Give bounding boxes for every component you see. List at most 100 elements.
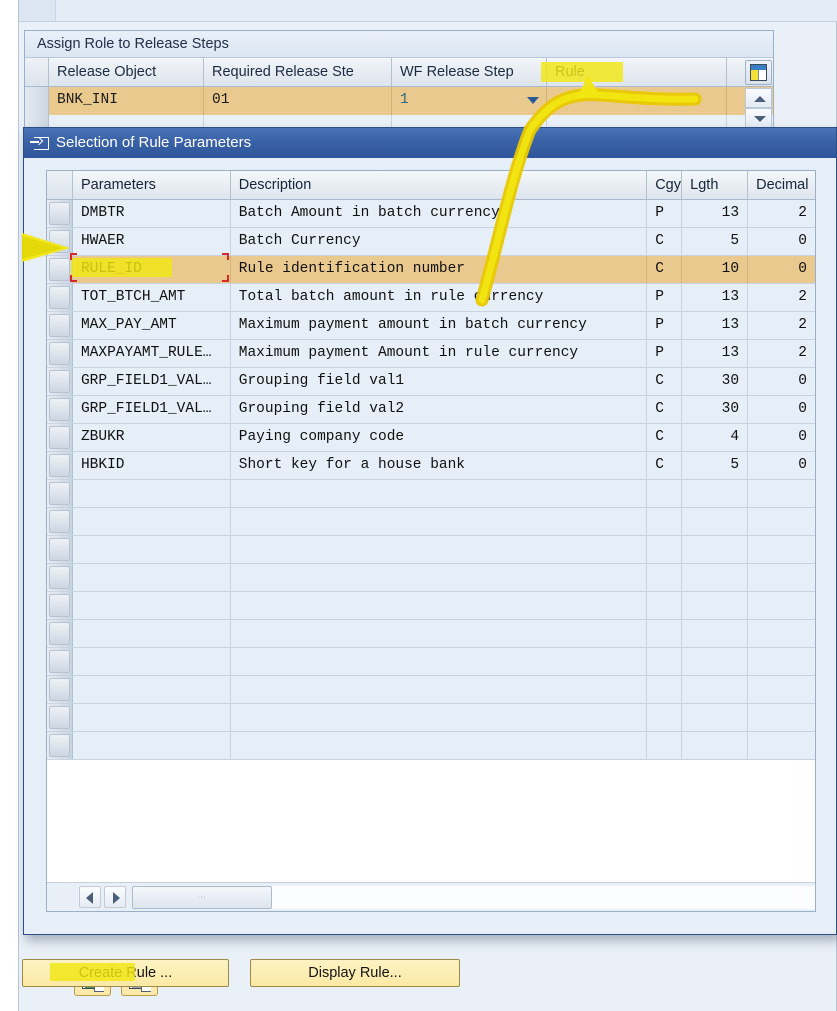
cell-cgy[interactable] bbox=[647, 648, 682, 675]
chevron-down-icon[interactable] bbox=[527, 97, 539, 104]
cell-lgth[interactable]: 13 bbox=[682, 200, 748, 227]
cell-lgth[interactable] bbox=[682, 732, 748, 759]
cell-rule[interactable] bbox=[547, 87, 727, 115]
row-select-button[interactable] bbox=[47, 368, 73, 395]
row-select-button[interactable] bbox=[47, 620, 73, 647]
table-row[interactable] bbox=[47, 676, 815, 704]
cell-parameter[interactable] bbox=[73, 620, 231, 647]
param-column-header-description[interactable]: Description bbox=[231, 171, 647, 199]
cell-parameter[interactable] bbox=[73, 564, 231, 591]
cell-decimal[interactable]: 2 bbox=[748, 340, 815, 367]
cell-description[interactable]: Rule identification number bbox=[231, 256, 647, 283]
row-select-button[interactable] bbox=[47, 452, 73, 479]
cell-lgth[interactable]: 30 bbox=[682, 396, 748, 423]
cell-description[interactable] bbox=[231, 592, 647, 619]
table-row[interactable]: RULE_IDRule identification numberC100 bbox=[47, 256, 815, 284]
param-column-header-lgth[interactable]: Lgth bbox=[682, 171, 748, 199]
cell-description[interactable]: Short key for a house bank bbox=[231, 452, 647, 479]
cell-lgth[interactable]: 5 bbox=[682, 452, 748, 479]
table-row[interactable] bbox=[47, 704, 815, 732]
table-row[interactable]: HBKIDShort key for a house bankC50 bbox=[47, 452, 815, 480]
cell-lgth[interactable]: 13 bbox=[682, 312, 748, 339]
cell-lgth[interactable]: 4 bbox=[682, 424, 748, 451]
horizontal-scrollbar[interactable]: ⋯ bbox=[47, 882, 815, 911]
row-select-button[interactable] bbox=[47, 564, 73, 591]
row-select-button[interactable] bbox=[47, 732, 73, 759]
cell-release-object[interactable]: BNK_INI bbox=[49, 87, 204, 115]
row-select-button[interactable] bbox=[47, 648, 73, 675]
row-select-button[interactable] bbox=[47, 284, 73, 311]
row-select-button[interactable] bbox=[47, 536, 73, 563]
cell-description[interactable] bbox=[231, 620, 647, 647]
cell-decimal[interactable] bbox=[748, 564, 815, 591]
cell-cgy[interactable] bbox=[647, 732, 682, 759]
table-row[interactable] bbox=[47, 592, 815, 620]
cell-cgy[interactable]: P bbox=[647, 312, 682, 339]
table-row[interactable] bbox=[47, 480, 815, 508]
param-column-header-parameters[interactable]: Parameters bbox=[73, 171, 231, 199]
scroll-right-button[interactable] bbox=[104, 886, 126, 908]
cell-decimal[interactable]: 0 bbox=[748, 424, 815, 451]
cell-description[interactable] bbox=[231, 480, 647, 507]
cell-parameter[interactable] bbox=[73, 732, 231, 759]
table-row[interactable] bbox=[47, 536, 815, 564]
row-select-button[interactable] bbox=[47, 508, 73, 535]
cell-decimal[interactable]: 2 bbox=[748, 284, 815, 311]
row-select-button[interactable] bbox=[47, 340, 73, 367]
cell-decimal[interactable] bbox=[748, 592, 815, 619]
cell-decimal[interactable] bbox=[748, 676, 815, 703]
cell-parameter[interactable]: MAXPAYAMT_RULE… bbox=[73, 340, 231, 367]
cell-description[interactable]: Batch Currency bbox=[231, 228, 647, 255]
cell-parameter[interactable]: HWAER bbox=[73, 228, 231, 255]
cell-parameter[interactable] bbox=[73, 508, 231, 535]
table-row[interactable]: MAX_PAY_AMTMaximum payment amount in bat… bbox=[47, 312, 815, 340]
cell-decimal[interactable] bbox=[748, 536, 815, 563]
create-rule-button[interactable]: Create Rule ... bbox=[22, 959, 229, 987]
cell-cgy[interactable]: P bbox=[647, 200, 682, 227]
cell-parameter[interactable]: TOT_BTCH_AMT bbox=[73, 284, 231, 311]
cell-lgth[interactable]: 30 bbox=[682, 368, 748, 395]
cell-cgy[interactable]: C bbox=[647, 452, 682, 479]
cell-parameter[interactable]: ZBUKR bbox=[73, 424, 231, 451]
cell-parameter[interactable] bbox=[73, 480, 231, 507]
scrollbar-track[interactable]: ⋯ bbox=[132, 886, 815, 909]
row-select-button[interactable] bbox=[47, 480, 73, 507]
cell-decimal[interactable]: 0 bbox=[748, 228, 815, 255]
cell-cgy[interactable] bbox=[647, 704, 682, 731]
row-select-button[interactable] bbox=[47, 312, 73, 339]
row-select-cell[interactable] bbox=[25, 87, 49, 115]
cell-description[interactable]: Grouping field val2 bbox=[231, 396, 647, 423]
cell-description[interactable] bbox=[231, 676, 647, 703]
cell-decimal[interactable]: 0 bbox=[748, 396, 815, 423]
cell-parameter[interactable] bbox=[73, 676, 231, 703]
cell-parameter[interactable]: RULE_ID bbox=[73, 256, 231, 283]
cell-description[interactable]: Total batch amount in rule currency bbox=[231, 284, 647, 311]
cell-description[interactable]: Maximum payment Amount in rule currency bbox=[231, 340, 647, 367]
assign-role-table-row[interactable]: BNK_INI 01 1 bbox=[25, 87, 773, 115]
table-row[interactable] bbox=[47, 648, 815, 676]
cell-lgth[interactable] bbox=[682, 620, 748, 647]
cell-decimal[interactable] bbox=[748, 704, 815, 731]
cell-parameter[interactable] bbox=[73, 648, 231, 675]
cell-description[interactable] bbox=[231, 536, 647, 563]
table-row[interactable]: MAXPAYAMT_RULE…Maximum payment Amount in… bbox=[47, 340, 815, 368]
cell-lgth[interactable]: 13 bbox=[682, 340, 748, 367]
row-select-button[interactable] bbox=[47, 592, 73, 619]
cell-decimal[interactable] bbox=[748, 732, 815, 759]
cell-cgy[interactable] bbox=[647, 620, 682, 647]
cell-lgth[interactable]: 13 bbox=[682, 284, 748, 311]
cell-decimal[interactable]: 0 bbox=[748, 452, 815, 479]
cell-parameter[interactable]: DMBTR bbox=[73, 200, 231, 227]
cell-lgth[interactable] bbox=[682, 592, 748, 619]
cell-description[interactable]: Maximum payment amount in batch currency bbox=[231, 312, 647, 339]
cell-cgy[interactable]: C bbox=[647, 368, 682, 395]
cell-cgy[interactable]: C bbox=[647, 256, 682, 283]
cell-lgth[interactable] bbox=[682, 480, 748, 507]
cell-cgy[interactable]: P bbox=[647, 340, 682, 367]
table-row[interactable] bbox=[47, 508, 815, 536]
table-settings-button[interactable] bbox=[745, 60, 772, 85]
table-row[interactable]: HWAERBatch CurrencyC50 bbox=[47, 228, 815, 256]
cell-description[interactable] bbox=[231, 732, 647, 759]
cell-cgy[interactable] bbox=[647, 480, 682, 507]
cell-decimal[interactable]: 2 bbox=[748, 200, 815, 227]
